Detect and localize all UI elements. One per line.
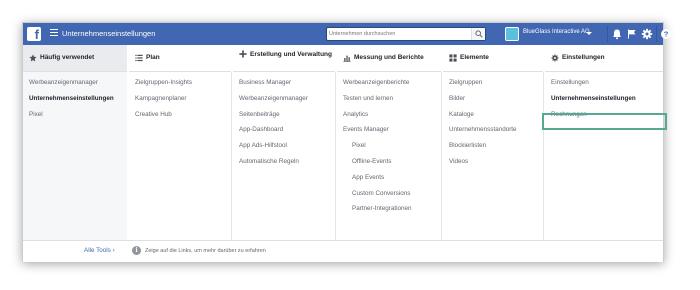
account-avatar xyxy=(505,27,519,41)
info-text: Zeige auf die Links, um mehr darüber zu … xyxy=(145,247,266,254)
menu-item-unternehmenseinstellungen[interactable]: Unternehmenseinstellungen xyxy=(23,94,127,110)
menu-item-automatische-regeln[interactable]: Automatische Regeln xyxy=(233,157,335,173)
account-switcher[interactable]: BlueGlass Interactive AG xyxy=(505,26,595,42)
menu-item-app-ads-hilfstool[interactable]: App Ads-Hilfstool xyxy=(233,141,335,157)
column-plan: Plan Zielgruppen-Insights Kampagnenplane… xyxy=(129,45,231,240)
menu-item-zielgruppen-insights[interactable]: Zielgruppen-Insights xyxy=(129,78,231,94)
column-title: Erstellung und Verwaltung xyxy=(250,51,332,58)
menu-item-unternehmenseinstellungen[interactable]: Unternehmenseinstellungen xyxy=(545,94,663,110)
menu-item-seitenbeitraege[interactable]: Seitenbeiträge xyxy=(233,110,335,126)
column-header: Elemente xyxy=(443,45,543,72)
menu-item-pixel[interactable]: Pixel xyxy=(337,141,441,157)
menu-item-videos[interactable]: Videos xyxy=(443,157,543,173)
search-box xyxy=(326,27,486,41)
menu-item-werbeanzeigenberichte[interactable]: Werbeanzeigenberichte xyxy=(337,78,441,94)
menu-item-events-manager[interactable]: Events Manager xyxy=(337,125,441,141)
column-divider xyxy=(231,72,232,240)
column-create-manage: Erstellung und Verwaltung Business Manag… xyxy=(233,45,335,240)
gear-icon xyxy=(551,54,559,62)
menu-item-werbeanzeigenmanager[interactable]: Werbeanzeigenmanager xyxy=(23,78,127,94)
menu-footer: Alle Tools › i Zeige auf die Links, um m… xyxy=(23,240,663,262)
all-tools-link[interactable]: Alle Tools › xyxy=(84,247,115,254)
facebook-logo-icon[interactable]: f xyxy=(27,27,41,41)
info-icon: i xyxy=(132,246,141,255)
chevron-down-icon xyxy=(586,32,592,35)
page-title[interactable]: Unternehmenseinstellungen xyxy=(62,28,155,40)
column-divider xyxy=(335,72,336,240)
column-frequently-used: Häufig verwendet Werbeanzeigenmanager Un… xyxy=(23,45,127,240)
star-icon xyxy=(29,54,37,62)
account-name: BlueGlass Interactive AG xyxy=(523,29,590,35)
bell-icon[interactable] xyxy=(611,28,623,40)
column-header: Häufig verwendet xyxy=(23,45,127,72)
column-settings: Einstellungen Einstellungen Unternehmens… xyxy=(545,45,663,240)
column-header: Einstellungen xyxy=(545,45,663,72)
column-title: Messung und Berichte xyxy=(354,54,424,61)
top-navigation-bar: f Unternehmenseinstellungen BlueGlass In… xyxy=(23,23,671,45)
column-title: Einstellungen xyxy=(562,54,605,61)
menu-item-offline-events[interactable]: Offline-Events xyxy=(337,157,441,173)
tool-columns: Häufig verwendet Werbeanzeigenmanager Un… xyxy=(23,45,667,263)
column-title: Plan xyxy=(146,54,160,61)
menu-item-einstellungen[interactable]: Einstellungen xyxy=(545,78,663,94)
menu-item-analytics[interactable]: Analytics xyxy=(337,110,441,126)
hamburger-icon[interactable] xyxy=(50,29,58,39)
search-input[interactable] xyxy=(329,28,469,40)
flag-icon[interactable] xyxy=(626,28,638,40)
grid-icon xyxy=(449,54,457,62)
column-header: Plan xyxy=(129,45,231,72)
menu-item-partner-integrationen[interactable]: Partner-Integrationen xyxy=(337,204,441,220)
search-button[interactable] xyxy=(471,28,485,40)
tools-menu-panel: f Unternehmenseinstellungen BlueGlass In… xyxy=(22,22,671,263)
menu-item-business-manager[interactable]: Business Manager xyxy=(233,78,335,94)
bar-chart-icon xyxy=(343,55,351,62)
menu-item-testen-und-lernen[interactable]: Testen und lernen xyxy=(337,94,441,110)
menu-item-blockierlisten[interactable]: Blockierlisten xyxy=(443,141,543,157)
menu-item-app-events[interactable]: App Events xyxy=(337,173,441,189)
menu-item-app-dashboard[interactable]: App-Dashboard xyxy=(233,125,335,141)
menu-item-werbeanzeigenmanager[interactable]: Werbeanzeigenmanager xyxy=(233,94,335,110)
svg-text:?: ? xyxy=(664,30,669,39)
column-divider xyxy=(543,72,544,240)
column-divider xyxy=(441,72,442,240)
column-measure-report: Messung und Berichte Werbeanzeigenberich… xyxy=(337,45,441,240)
help-icon[interactable]: ? xyxy=(660,28,672,40)
menu-item-bilder[interactable]: Bilder xyxy=(443,94,543,110)
menu-item-custom-conversions[interactable]: Custom Conversions xyxy=(337,189,441,205)
menu-item-unternehmensstandorte[interactable]: Unternehmensstandorte xyxy=(443,125,543,141)
column-assets: Elemente Zielgruppen Bilder Kataloge Unt… xyxy=(443,45,543,240)
chevron-right-icon: › xyxy=(112,247,115,254)
menu-item-creative-hub[interactable]: Creative Hub xyxy=(129,110,231,126)
menu-item-zielgruppen[interactable]: Zielgruppen xyxy=(443,78,543,94)
divider xyxy=(607,26,608,42)
column-header: Erstellung und Verwaltung xyxy=(233,45,335,72)
plus-icon xyxy=(239,50,247,58)
column-header: Messung und Berichte xyxy=(337,45,441,72)
all-tools-label: Alle Tools xyxy=(84,247,111,254)
search-icon xyxy=(475,30,483,38)
menu-item-kampagnenplaner[interactable]: Kampagnenplaner xyxy=(129,94,231,110)
highlight-box xyxy=(542,113,667,130)
list-icon xyxy=(135,54,143,62)
column-title: Häufig verwendet xyxy=(40,54,95,61)
menu-item-pixel[interactable]: Pixel xyxy=(23,110,127,126)
divider xyxy=(656,26,657,42)
menu-item-kataloge[interactable]: Kataloge xyxy=(443,110,543,126)
column-title: Elemente xyxy=(460,54,489,61)
gear-icon[interactable] xyxy=(641,28,653,40)
